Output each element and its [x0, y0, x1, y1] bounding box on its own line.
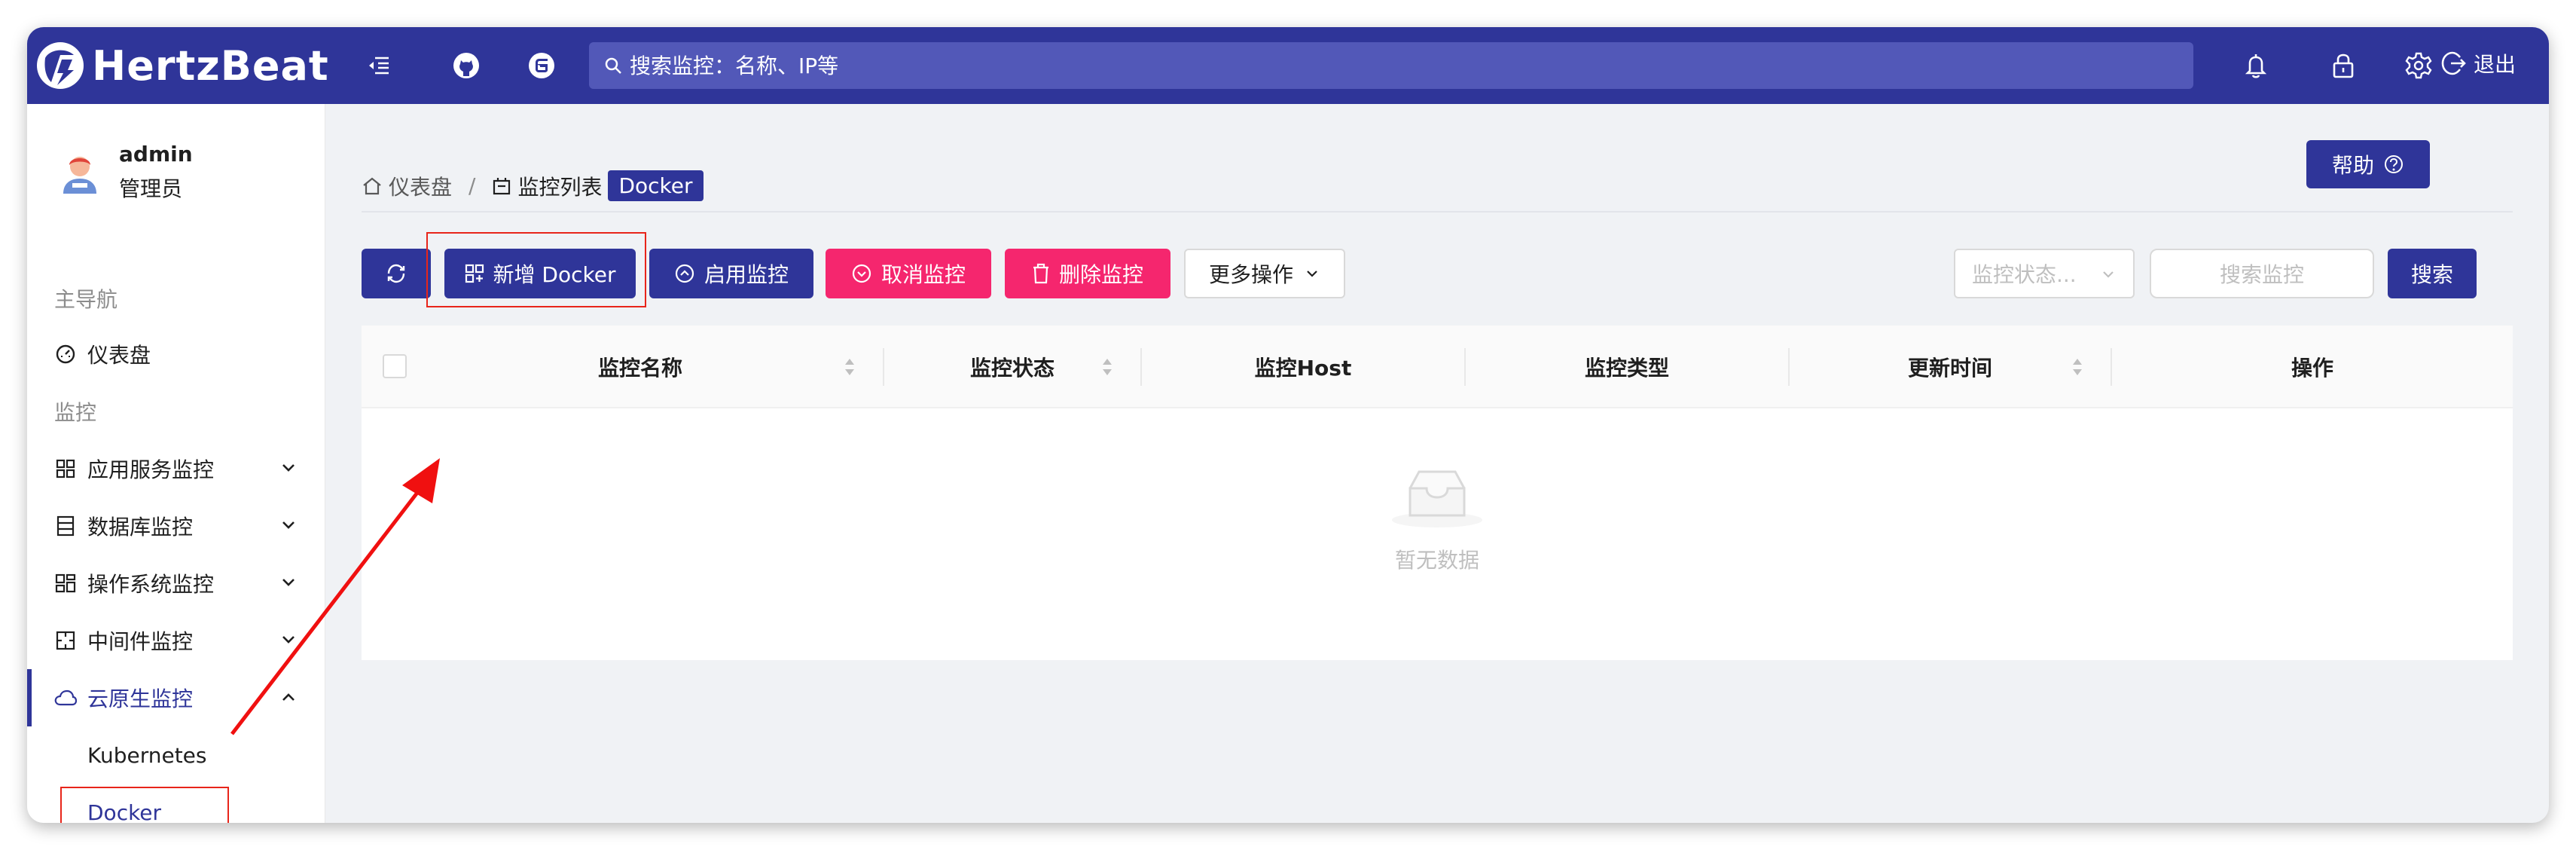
app-window: HertzBeat 退出 — [27, 27, 2549, 823]
page: HertzBeat 退出 — [0, 0, 2576, 850]
annotation-arrow — [230, 458, 440, 735]
